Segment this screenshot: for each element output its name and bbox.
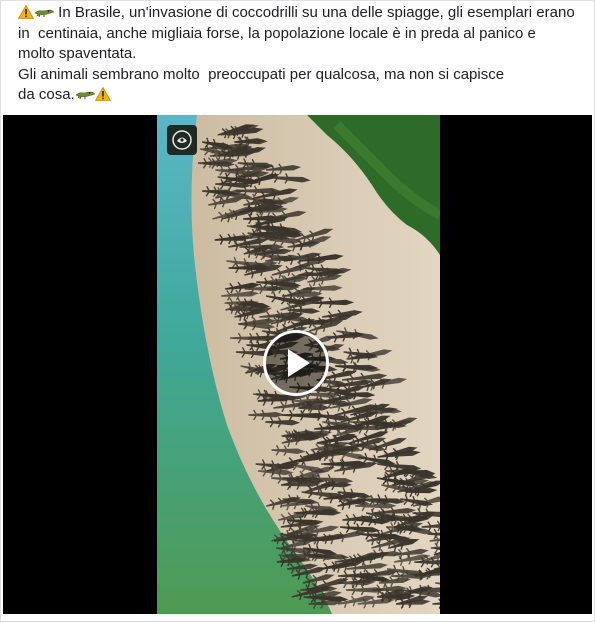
- post-text-line-2: in centinaia, anche migliaia forse, la p…: [18, 24, 536, 42]
- warning-icon: [17, 4, 35, 19]
- play-button[interactable]: [263, 330, 329, 396]
- crocodile-icon: [34, 4, 54, 18]
- channel-logo-icon: [167, 125, 197, 155]
- facebook-post: In Brasile, un'invasione di coccodrilli …: [0, 0, 595, 622]
- post-text-line-3: molto spaventata.: [18, 45, 137, 62]
- crocodile-icon: [75, 86, 95, 100]
- post-text-content-1: In Brasile, un'invasione di coccodrilli …: [58, 4, 575, 21]
- post-text-line-5: da cosa.: [18, 85, 588, 106]
- post-text-line-1: In Brasile, un'invasione di coccodrilli …: [17, 3, 588, 24]
- post-text-line-4: Gli animali sembrano molto preoccupati p…: [18, 65, 505, 83]
- play-icon: [288, 349, 310, 377]
- warning-icon: [94, 86, 111, 101]
- video-player[interactable]: [3, 115, 592, 614]
- post-text-content-5: da cosa.: [18, 86, 75, 103]
- post-text: In Brasile, un'invasione di coccodrilli …: [17, 3, 588, 106]
